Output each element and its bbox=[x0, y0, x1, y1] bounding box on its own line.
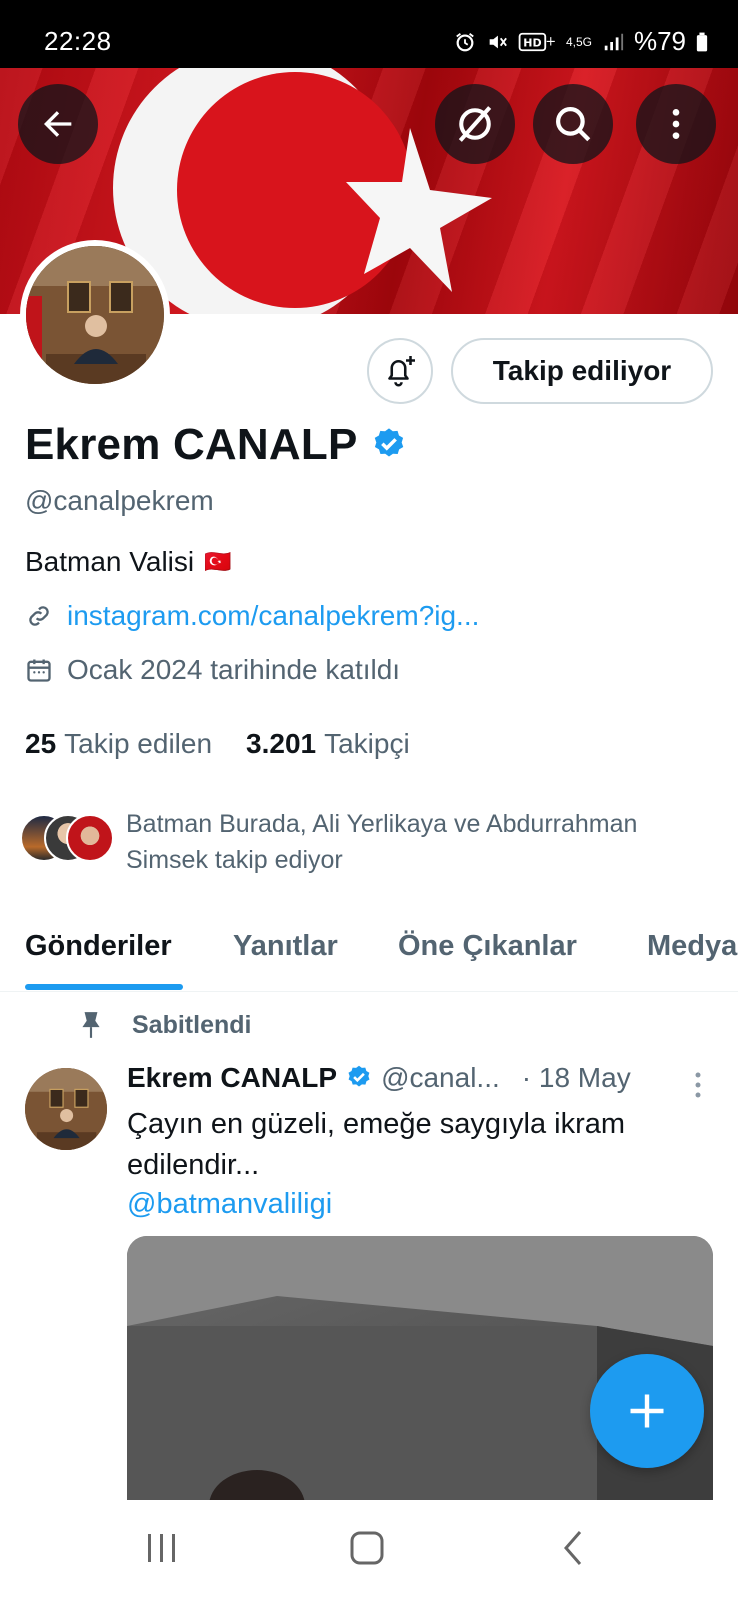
recent-apps-icon[interactable] bbox=[144, 1528, 180, 1568]
profile-bio: Batman Valisi 🇹🇷 bbox=[25, 546, 232, 578]
arrow-left-icon bbox=[44, 111, 72, 137]
avatar-photo bbox=[26, 246, 164, 384]
verified-badge-icon bbox=[348, 1065, 370, 1087]
profile-joined-row: Ocak 2024 tarihinde katıldı bbox=[25, 654, 400, 686]
battery-icon bbox=[696, 32, 708, 51]
grok-button[interactable] bbox=[435, 84, 515, 164]
home-icon[interactable] bbox=[347, 1528, 387, 1568]
more-vertical-icon bbox=[672, 109, 680, 139]
grok-icon bbox=[458, 106, 492, 142]
alarm-icon bbox=[456, 32, 474, 51]
network-label: 4,5G bbox=[565, 34, 592, 49]
followers-count: 3.201 bbox=[246, 728, 317, 759]
tweet-text: Çayın en güzeli, emeğe saygıyla ikram ed… bbox=[127, 1108, 626, 1181]
svg-text:+: + bbox=[545, 34, 556, 49]
following-button[interactable]: Takip ediliyor bbox=[451, 338, 713, 404]
followed-by-text: Batman Burada, Ali Yerlikaya ve Abdurrah… bbox=[126, 806, 706, 878]
more-options-button[interactable] bbox=[636, 84, 716, 164]
tweet-header: Ekrem CANALP @canal... · 18 May bbox=[127, 1062, 631, 1094]
avatar-photo bbox=[25, 1068, 107, 1150]
status-icons: HD + 4,5G %79 bbox=[454, 26, 708, 57]
system-navigation-bar bbox=[0, 1500, 738, 1600]
link-icon bbox=[29, 606, 49, 626]
tweet-author-avatar[interactable] bbox=[25, 1068, 107, 1150]
following-count: 25 bbox=[25, 728, 57, 759]
tab-replies[interactable]: Yanıtlar bbox=[233, 930, 338, 963]
plus-icon bbox=[630, 1394, 664, 1428]
profile-website-link[interactable]: instagram.com/canalpekrem?ig... bbox=[67, 600, 479, 632]
pinned-label: Sabitlendi bbox=[132, 1010, 252, 1039]
verified-badge-icon[interactable] bbox=[370, 426, 408, 464]
followed-by-line-2: Simsek takip ediyor bbox=[126, 846, 343, 874]
joined-date: Ocak 2024 tarihinde katıldı bbox=[67, 654, 401, 685]
tab-posts[interactable]: Gönderiler bbox=[25, 930, 172, 963]
tweet-more-icon[interactable] bbox=[690, 1070, 706, 1100]
followers-label: Takipçi bbox=[324, 728, 410, 759]
profile-avatar[interactable] bbox=[20, 240, 170, 390]
following-label: Takip edilen bbox=[64, 728, 213, 759]
compose-button[interactable] bbox=[590, 1354, 704, 1468]
pin-icon bbox=[82, 1012, 100, 1038]
tweet-author-handle: @canal... bbox=[381, 1062, 500, 1093]
search-icon bbox=[556, 107, 591, 142]
bio-text: Batman Valisi bbox=[25, 546, 195, 577]
bell-plus-icon bbox=[388, 356, 415, 387]
active-tab-indicator bbox=[25, 984, 183, 990]
calendar-icon bbox=[27, 659, 51, 682]
tweet-date: · 18 May bbox=[521, 1062, 631, 1093]
followed-by-section[interactable]: Batman Burada, Ali Yerlikaya ve Abdurrah… bbox=[20, 806, 706, 878]
tab-highlights[interactable]: Öne Çıkanlar bbox=[398, 930, 577, 963]
followed-by-line-1: Batman Burada, Ali Yerlikaya ve Abdurrah… bbox=[126, 810, 638, 838]
tweet-mention-link[interactable]: @batmanvaliligi bbox=[127, 1188, 332, 1221]
following-stat[interactable]: 25 Takip edilen bbox=[25, 728, 212, 760]
pinned-indicator: Sabitlendi bbox=[78, 1010, 251, 1040]
status-bar: 22:28 HD + 4,5G %79 bbox=[0, 0, 738, 68]
turkey-flag-emoji: 🇹🇷 bbox=[204, 549, 232, 574]
hd-plus-icon: HD + bbox=[518, 32, 556, 51]
profile-name-row: Ekrem CANALP bbox=[25, 420, 408, 470]
notifications-button[interactable] bbox=[367, 338, 433, 404]
mute-icon bbox=[489, 35, 507, 48]
svg-text:HD: HD bbox=[523, 36, 541, 49]
status-time: 22:28 bbox=[44, 26, 112, 56]
followed-by-avatars bbox=[20, 814, 116, 864]
tweet-author-name[interactable]: Ekrem CANALP bbox=[127, 1062, 337, 1094]
followers-stat[interactable]: 3.201 Takipçi bbox=[246, 728, 410, 760]
profile-link-row: instagram.com/canalpekrem?ig... bbox=[25, 600, 479, 632]
display-name: Ekrem CANALP bbox=[25, 420, 358, 469]
profile-stats: 25 Takip edilen 3.201 Takipçi bbox=[25, 728, 410, 760]
follower-avatar bbox=[66, 814, 114, 862]
tab-media[interactable]: Medya bbox=[647, 930, 737, 963]
profile-handle: @canalpekrem bbox=[25, 485, 214, 516]
back-button[interactable] bbox=[18, 84, 98, 164]
back-nav-icon[interactable] bbox=[558, 1528, 588, 1568]
battery-percent: %79 bbox=[633, 26, 686, 56]
signal-icon bbox=[604, 33, 624, 50]
search-button[interactable] bbox=[533, 84, 613, 164]
profile-tabs: Gönderiler Yanıtlar Öne Çıkanlar Medya bbox=[0, 920, 738, 992]
